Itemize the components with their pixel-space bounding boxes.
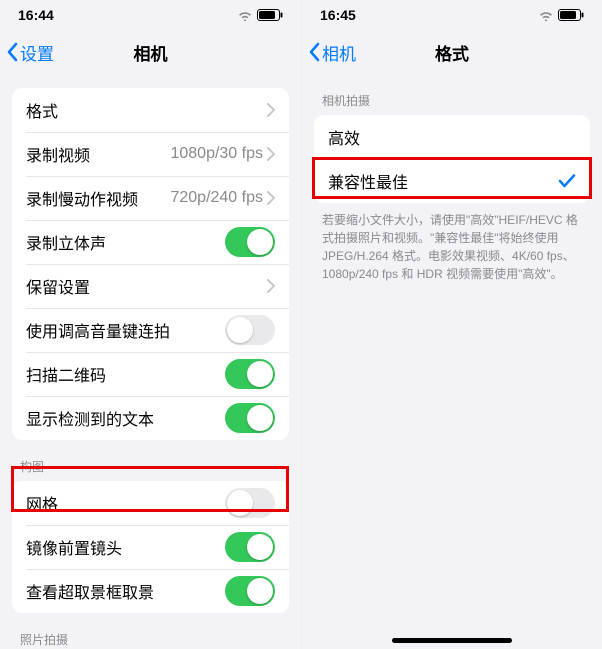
settings-group-1: 格式录制视频1080p/30 fps录制慢动作视频720p/240 fps录制立… (12, 88, 289, 440)
toggle-switch[interactable] (225, 488, 275, 518)
settings-row[interactable]: 录制视频1080p/30 fps (12, 132, 289, 176)
wifi-icon (538, 9, 554, 21)
row-label: 录制视频 (26, 142, 170, 166)
status-time: 16:44 (18, 7, 54, 23)
chevron-right-icon (267, 279, 275, 293)
chevron-left-icon (308, 42, 320, 62)
toggle-switch[interactable] (225, 403, 275, 433)
back-button[interactable]: 相机 (308, 40, 356, 65)
settings-row[interactable]: 保留设置 (12, 264, 289, 308)
row-label: 录制立体声 (26, 230, 225, 254)
toggle-switch[interactable] (225, 532, 275, 562)
settings-row[interactable]: 录制立体声 (12, 220, 289, 264)
wifi-icon (237, 9, 253, 21)
group-header-composition: 构图 (0, 440, 301, 481)
battery-icon (257, 9, 283, 21)
status-indicators (538, 9, 584, 21)
settings-row[interactable]: 兼容性最佳 (314, 159, 590, 203)
status-bar: 16:45 (302, 0, 602, 30)
row-label: 使用调高音量键连拍 (26, 318, 225, 342)
settings-row[interactable]: 网格 (12, 481, 289, 525)
group-footer-format: 若要缩小文件大小，请使用"高效"HEIF/HEVC 格式拍摄照片和视频。"兼容性… (302, 203, 602, 283)
phone-left: 16:44 设置 相机 格式录制视频1080p/30 fps录制慢动作视频720… (0, 0, 301, 649)
group-header-photo: 照片拍摄 (0, 613, 301, 649)
nav-bar: 设置 相机 (0, 30, 301, 74)
row-label: 保留设置 (26, 274, 267, 298)
settings-content[interactable]: 格式录制视频1080p/30 fps录制慢动作视频720p/240 fps录制立… (0, 74, 301, 649)
row-value: 1080p/30 fps (170, 145, 263, 163)
settings-row[interactable]: 查看超取景框取景 (12, 569, 289, 613)
row-value: 720p/240 fps (170, 189, 263, 207)
back-label: 相机 (322, 40, 356, 65)
format-group: 高效兼容性最佳 (314, 115, 590, 203)
row-label: 扫描二维码 (26, 362, 225, 386)
row-label: 查看超取景框取景 (26, 579, 225, 603)
chevron-right-icon (267, 191, 275, 205)
nav-bar: 相机 格式 (302, 30, 602, 74)
home-indicator (392, 638, 512, 643)
status-indicators (237, 9, 283, 21)
battery-icon (558, 9, 584, 21)
row-label: 兼容性最佳 (328, 169, 558, 193)
row-label: 格式 (26, 98, 267, 122)
check-icon (558, 174, 576, 188)
toggle-switch[interactable] (225, 576, 275, 606)
chevron-right-icon (267, 147, 275, 161)
status-bar: 16:44 (0, 0, 301, 30)
settings-row[interactable]: 录制慢动作视频720p/240 fps (12, 176, 289, 220)
group-header-capture: 相机拍摄 (302, 74, 602, 115)
row-label: 显示检测到的文本 (26, 406, 225, 430)
chevron-right-icon (267, 103, 275, 117)
toggle-switch[interactable] (225, 227, 275, 257)
settings-row[interactable]: 使用调高音量键连拍 (12, 308, 289, 352)
row-label: 镜像前置镜头 (26, 535, 225, 559)
row-label: 录制慢动作视频 (26, 186, 170, 210)
settings-row[interactable]: 高效 (314, 115, 590, 159)
toggle-switch[interactable] (225, 359, 275, 389)
row-label: 高效 (328, 125, 576, 149)
toggle-switch[interactable] (225, 315, 275, 345)
settings-row[interactable]: 镜像前置镜头 (12, 525, 289, 569)
chevron-left-icon (6, 42, 18, 62)
status-time: 16:45 (320, 7, 356, 23)
settings-content[interactable]: 相机拍摄 高效兼容性最佳 若要缩小文件大小，请使用"高效"HEIF/HEVC 格… (302, 74, 602, 649)
settings-row[interactable]: 显示检测到的文本 (12, 396, 289, 440)
back-button[interactable]: 设置 (6, 40, 54, 65)
row-label: 网格 (26, 491, 225, 515)
settings-group-2: 网格镜像前置镜头查看超取景框取景 (12, 481, 289, 613)
settings-row[interactable]: 格式 (12, 88, 289, 132)
settings-row[interactable]: 扫描二维码 (12, 352, 289, 396)
back-label: 设置 (20, 40, 54, 65)
phone-right: 16:45 相机 格式 相机拍摄 高效兼容性最佳 若要缩小文件大小，请使用"高效… (301, 0, 602, 649)
